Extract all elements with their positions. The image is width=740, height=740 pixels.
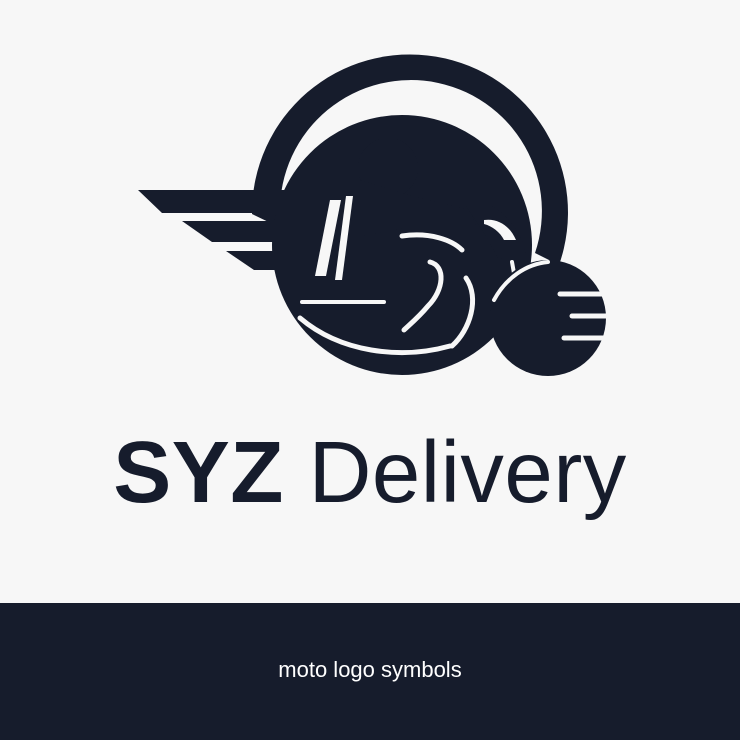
winged-motorcycle-rider-icon bbox=[138, 54, 615, 376]
brand-name: SYZ bbox=[113, 424, 284, 521]
service-name: Delivery bbox=[308, 424, 627, 521]
caption-banner: moto logo symbols bbox=[0, 603, 740, 740]
logo-canvas: SYZ Delivery moto logo symbols bbox=[0, 0, 740, 740]
logo-wordmark: SYZ Delivery bbox=[0, 418, 740, 528]
banner-caption: moto logo symbols bbox=[278, 657, 462, 682]
